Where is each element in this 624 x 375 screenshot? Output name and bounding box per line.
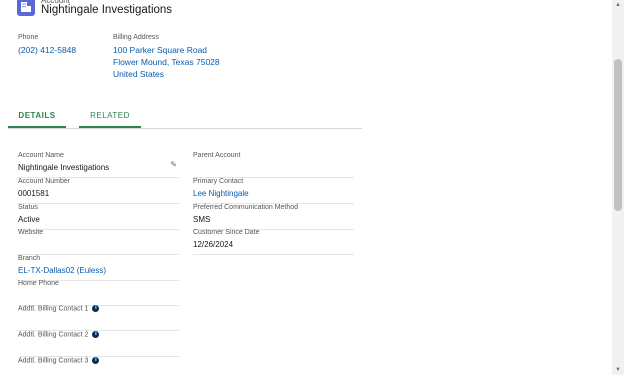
page-title: Nightingale Investigations [41, 4, 173, 16]
field-account-number: Account Number 0001581 [18, 178, 179, 204]
field-addtl-billing-contact-2: Addtl. Billing Contact 2i [18, 331, 179, 357]
edit-pencil-icon[interactable]: ✎ [170, 160, 177, 169]
field-value: Active [18, 215, 40, 224]
field-label: Account Number [18, 178, 71, 185]
field-label: Addtl. Billing Contact 3i [18, 357, 100, 365]
field-addtl-billing-contact-3: Addtl. Billing Contact 3i [18, 357, 179, 375]
field-preferred-communication-method: Preferred Communication Method SMS [193, 204, 354, 230]
field-customer-since-date: Customer Since Date 12/26/2024 [193, 229, 354, 255]
field-label: Home Phone [18, 280, 59, 287]
billing-address-line-1[interactable]: 100 Parker Square Road [113, 44, 220, 56]
tab-related[interactable]: RELATED [79, 108, 141, 128]
field-label: Parent Account [193, 152, 241, 159]
field-status: Status Active [18, 204, 179, 230]
field-primary-contact: Primary Contact Lee Nightingale [193, 178, 354, 204]
field-value: 12/26/2024 [193, 240, 234, 249]
billing-address-line-3[interactable]: United States [113, 68, 220, 80]
info-icon[interactable]: i [92, 357, 100, 364]
field-label: Status [18, 204, 38, 211]
tab-details[interactable]: DETAILS [8, 108, 66, 128]
field-label: Website [18, 229, 44, 236]
phone-link[interactable]: (202) 412-5848 [18, 44, 76, 56]
field-account-name: Account Name Nightingale Investigations … [18, 152, 179, 178]
scrollbar-thumb[interactable] [614, 59, 622, 211]
field-label-text: Addtl. Billing Contact 1 [18, 305, 89, 313]
field-label: Customer Since Date [193, 229, 260, 236]
field-label: Branch [18, 255, 41, 262]
billing-address-label: Billing Address [113, 34, 159, 41]
branch-link[interactable]: EL-TX-Dallas02 (Euless) [18, 266, 106, 275]
field-label: Addtl. Billing Contact 2i [18, 331, 100, 339]
field-parent-account: Parent Account [193, 152, 354, 178]
field-home-phone: Home Phone [18, 280, 179, 306]
info-icon[interactable]: i [92, 331, 100, 338]
field-label: Primary Contact [193, 178, 244, 185]
field-label-text: Addtl. Billing Contact 2 [18, 331, 89, 339]
info-icon[interactable]: i [92, 305, 100, 312]
field-addtl-billing-contact-1: Addtl. Billing Contact 1i [18, 305, 179, 331]
field-value: 0001581 [18, 189, 50, 198]
billing-address-highlight: Billing Address 100 Parker Square Road F… [113, 34, 220, 80]
account-icon [17, 0, 35, 16]
primary-contact-link[interactable]: Lee Nightingale [193, 189, 249, 198]
billing-address-line-2[interactable]: Flower Mound, Texas 75028 [113, 56, 220, 68]
phone-label: Phone [18, 34, 39, 41]
scroll-down-arrow-icon[interactable]: ▼ [612, 365, 624, 375]
field-website: Website [18, 229, 179, 255]
field-value: Nightingale Investigations [18, 163, 110, 172]
record-tabs: DETAILS RELATED [8, 108, 362, 129]
field-value: SMS [193, 215, 211, 224]
field-label-text: Addtl. Billing Contact 3 [18, 357, 89, 365]
field-branch: Branch EL-TX-Dallas02 (Euless) [18, 255, 179, 281]
record-page: Account Nightingale Investigations Phone… [0, 0, 612, 375]
field-label: Account Name [18, 152, 64, 159]
phone-highlight: Phone (202) 412-5848 [18, 34, 76, 56]
field-label: Addtl. Billing Contact 1i [18, 305, 100, 313]
scroll-up-arrow-icon[interactable]: ▲ [612, 0, 624, 10]
field-label: Preferred Communication Method [193, 204, 299, 211]
